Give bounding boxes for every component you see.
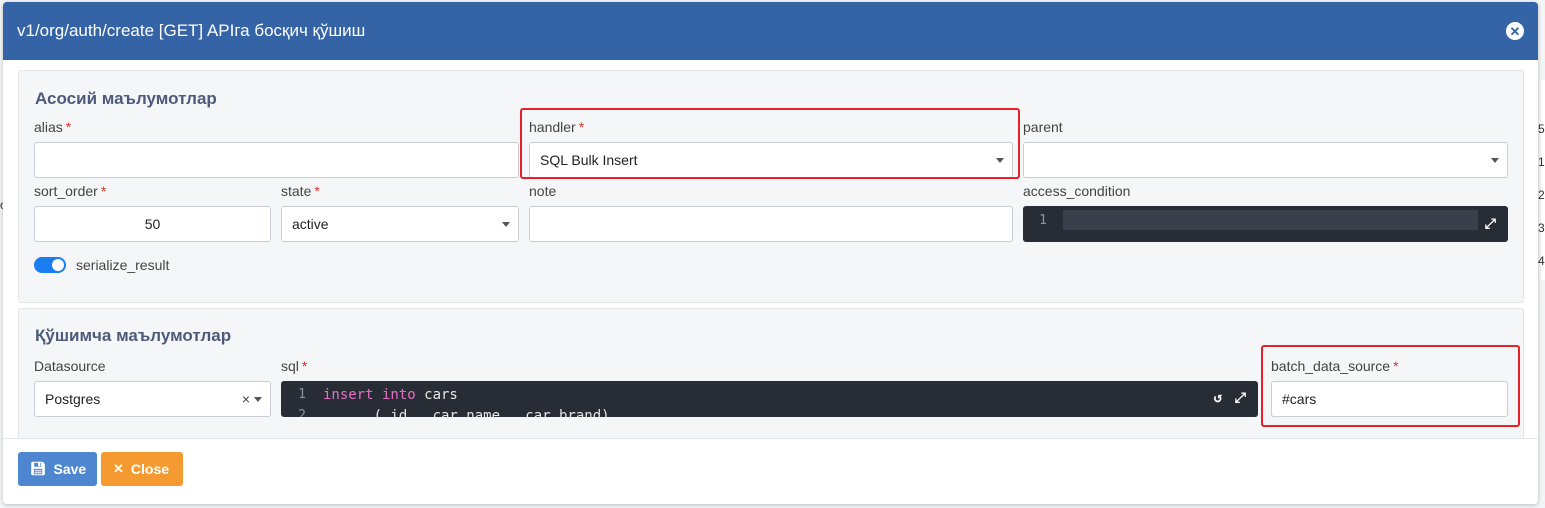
close-button[interactable]: ✕ Close bbox=[101, 452, 183, 486]
line-number: 1 bbox=[1039, 213, 1047, 228]
datasource-select[interactable]: Postgres × bbox=[34, 381, 271, 417]
serialize-result-toggle[interactable]: serialize_result bbox=[34, 257, 169, 273]
access-condition-editor[interactable]: 1 ⤢ bbox=[1023, 206, 1508, 242]
parent-field: parent bbox=[1023, 119, 1508, 178]
alias-input[interactable] bbox=[34, 142, 519, 178]
background-row-number: 4 bbox=[1538, 254, 1545, 268]
modal-title: v1/org/auth/create [GET] APIга босқич қў… bbox=[17, 21, 366, 40]
state-field: state * active bbox=[281, 183, 519, 242]
sql-editor[interactable]: 1 insert into cars 2 ( id , car_name , c… bbox=[281, 381, 1258, 417]
chevron-down-icon bbox=[1491, 158, 1499, 163]
sort-order-label: sort_order * bbox=[34, 183, 107, 199]
save-button[interactable]: 💾︎ Save bbox=[18, 452, 97, 486]
state-select[interactable]: active bbox=[281, 206, 519, 242]
handler-label: handler * bbox=[529, 119, 585, 135]
alias-label: alias * bbox=[34, 119, 72, 135]
chevron-down-icon bbox=[254, 397, 262, 402]
parent-label: parent bbox=[1023, 119, 1063, 135]
background-table-edge bbox=[1541, 80, 1545, 280]
batch-data-source-input[interactable]: #cars bbox=[1271, 381, 1508, 417]
active-line bbox=[1063, 210, 1478, 230]
parent-select[interactable] bbox=[1023, 142, 1508, 178]
datasource-label: Datasource bbox=[34, 358, 106, 374]
clear-icon[interactable]: × bbox=[242, 391, 250, 407]
datasource-field: Datasource Postgres × bbox=[34, 358, 271, 417]
close-icon: ✕ bbox=[113, 461, 124, 476]
batch-data-source-field: batch_data_source * #cars bbox=[1271, 358, 1508, 417]
serialize-result-label: serialize_result bbox=[76, 257, 170, 273]
background-row-number: 5 bbox=[1538, 122, 1545, 136]
note-field: note bbox=[529, 183, 1013, 242]
note-input[interactable] bbox=[529, 206, 1013, 242]
batch-data-source-label: batch_data_source * bbox=[1271, 358, 1399, 374]
expand-icon[interactable]: ⤢ bbox=[1235, 390, 1246, 406]
modal-header: v1/org/auth/create [GET] APIга босқич қў… bbox=[3, 2, 1538, 60]
sql-label: sql * bbox=[281, 358, 308, 374]
modal-close-icon[interactable]: ✕ bbox=[1506, 22, 1524, 40]
background-row-number: 2 bbox=[1538, 188, 1545, 202]
chevron-down-icon bbox=[996, 158, 1004, 163]
extra-info-section: Қўшимча маълумотлар Datasource Postgres ×… bbox=[18, 308, 1524, 443]
expand-icon[interactable]: ⤢ bbox=[1485, 215, 1496, 232]
alias-field: alias * bbox=[34, 119, 519, 178]
state-label: state * bbox=[281, 183, 320, 199]
sort-order-input[interactable]: 50 bbox=[34, 206, 271, 242]
extra-info-title: Қўшимча маълумотлар bbox=[35, 326, 232, 345]
sort-order-field: sort_order * 50 bbox=[34, 183, 271, 242]
toggle-switch[interactable] bbox=[34, 257, 66, 273]
sql-line-2: 2 ( id , car_name , car_brand) bbox=[298, 408, 610, 417]
handler-select[interactable]: SQL Bulk Insert bbox=[529, 142, 1013, 178]
undo-icon[interactable]: ↺ bbox=[1214, 390, 1222, 406]
main-info-section: Асосий маълумотлар alias * handler * SQL B… bbox=[18, 70, 1524, 303]
background-row-number: 1 bbox=[1538, 155, 1545, 169]
add-step-modal: v1/org/auth/create [GET] APIга босқич қў… bbox=[3, 2, 1538, 504]
access-condition-field: access_condition 1 ⤢ bbox=[1023, 183, 1508, 242]
main-info-title: Асосий маълумотлар bbox=[35, 89, 217, 108]
note-label: note bbox=[529, 183, 557, 199]
sql-field: sql * 1 insert into cars 2 ( id , car_nam… bbox=[281, 358, 1258, 417]
access-condition-label: access_condition bbox=[1023, 183, 1131, 199]
save-icon: 💾︎ bbox=[30, 461, 47, 476]
modal-footer bbox=[3, 438, 1538, 504]
background-row-number: 3 bbox=[1538, 221, 1545, 235]
handler-field: handler * SQL Bulk Insert bbox=[529, 119, 1013, 178]
sql-line-1: 1 insert into cars bbox=[298, 387, 458, 403]
chevron-down-icon bbox=[502, 222, 510, 227]
